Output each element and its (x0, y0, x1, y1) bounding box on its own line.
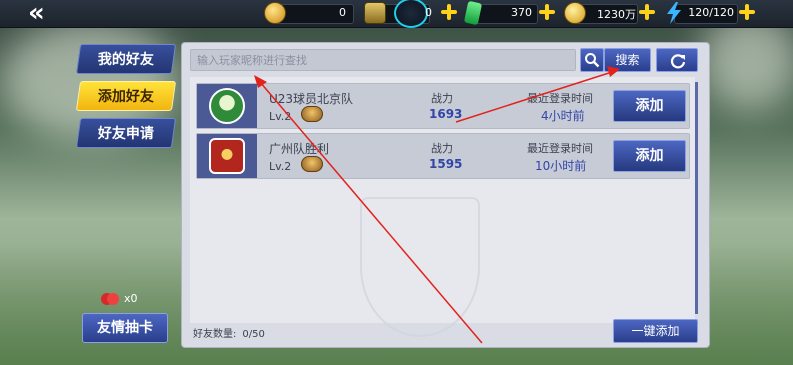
player-level: Lv.2 (269, 110, 292, 123)
friend-count: 好友数量: 0/50 (193, 325, 271, 340)
player-level: Lv.2 (269, 160, 292, 173)
add-shield-button[interactable] (440, 3, 458, 21)
back-button[interactable]: « (28, 0, 68, 26)
crest-watermark (360, 197, 480, 337)
gold-coin-icon (264, 2, 286, 24)
add-friend-button[interactable]: 添加 (613, 140, 686, 172)
add-gem-button[interactable] (538, 3, 556, 21)
avatar (197, 134, 257, 178)
search-input[interactable] (190, 49, 576, 71)
list-item: U23球员北京队 Lv.2 战力 1693 最近登录时间 4小时前 添加 (196, 83, 690, 129)
resource-value: 1230万 (597, 8, 636, 21)
boxing-glove-icon (100, 291, 120, 307)
one-key-add-button[interactable]: 一键添加 (613, 319, 698, 343)
resource-value: 370 (511, 6, 532, 19)
last-login-value: 4小时前 (541, 109, 585, 123)
resource-gem: 370 (463, 0, 538, 26)
power-label: 战力 (431, 92, 453, 105)
shield-icon (364, 2, 386, 24)
power-value: 1693 (429, 107, 463, 121)
resource-coin: 1230万 (564, 2, 638, 24)
avatar (197, 84, 257, 128)
resource-value: 0 (339, 6, 346, 19)
tab-friend-requests[interactable]: 好友申请 (75, 118, 177, 148)
resource-value: 120/120 (688, 6, 734, 19)
list-scrollbar[interactable] (695, 82, 698, 314)
rank-medal-icon (301, 156, 323, 172)
coin-icon (564, 2, 586, 24)
friend-count-value: 0/50 (242, 329, 265, 340)
friend-count-label: 好友数量: (193, 329, 237, 340)
refresh-button[interactable] (656, 48, 698, 72)
resource-shield: 0 (364, 0, 434, 28)
add-energy-button[interactable] (738, 3, 756, 21)
rank-medal-icon (301, 106, 323, 122)
tab-label: 好友申请 (97, 126, 154, 142)
add-coin-button[interactable] (638, 3, 656, 21)
tab-label: 我的好友 (97, 52, 154, 68)
friendship-draw-button[interactable]: 友情抽卡 (82, 313, 168, 343)
refresh-icon (670, 54, 686, 69)
power-value: 1595 (429, 157, 463, 171)
tab-add-friend[interactable]: 添加好友 (75, 81, 177, 111)
resource-gold: 0 (264, 2, 354, 24)
tab-label: 添加好友 (97, 89, 154, 105)
gift-count: x0 (124, 292, 138, 305)
club-badge-icon (209, 138, 245, 174)
tab-my-friends[interactable]: 我的好友 (75, 44, 177, 74)
top-bar: « 0 0 370 1230万 120/120 (0, 0, 793, 28)
add-friend-button[interactable]: 添加 (613, 90, 686, 122)
club-badge-icon (209, 88, 245, 124)
resource-value: 0 (425, 6, 432, 19)
lightning-icon (664, 2, 686, 24)
player-name: U23球员北京队 (269, 92, 354, 106)
search-icon (585, 53, 600, 68)
last-login-value: 10小时前 (535, 159, 587, 173)
resource-energy: 120/120 (664, 2, 738, 24)
last-login-label: 最近登录时间 (527, 92, 593, 105)
list-item: 广州队胜利 Lv.2 战力 1595 最近登录时间 10小时前 添加 (196, 133, 690, 179)
search-button[interactable]: 搜索 (604, 48, 651, 72)
power-label: 战力 (431, 142, 453, 155)
search-icon-button[interactable] (580, 48, 604, 72)
player-name: 广州队胜利 (269, 142, 330, 156)
last-login-label: 最近登录时间 (527, 142, 593, 155)
